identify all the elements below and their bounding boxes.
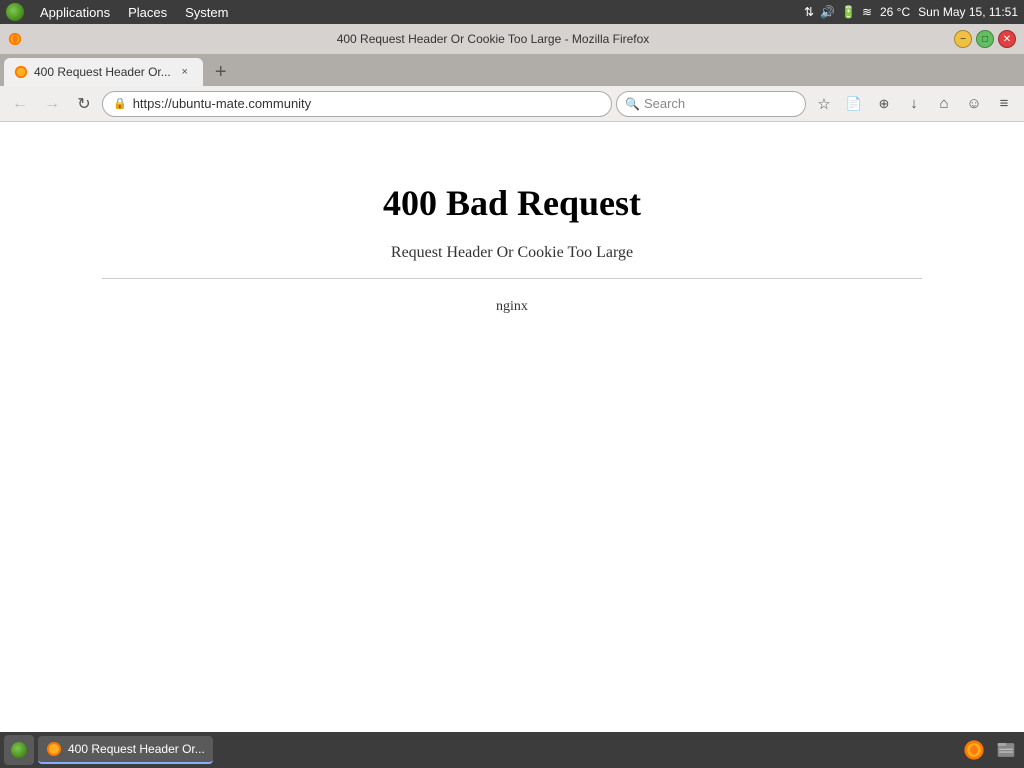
home-button[interactable]: ⌂ <box>930 90 958 118</box>
datetime-display: Sun May 15, 11:51 <box>918 5 1018 19</box>
system-menu-item[interactable]: System <box>177 3 236 22</box>
server-name: nginx <box>496 299 528 315</box>
taskbar-files-icon[interactable] <box>992 736 1020 764</box>
taskbar-firefox-icon <box>46 741 62 757</box>
taskbar-logo-icon <box>11 742 27 758</box>
forward-button[interactable]: → <box>38 90 66 118</box>
applications-menu[interactable]: Applications <box>32 3 118 22</box>
page-divider <box>102 278 921 279</box>
title-bar: 400 Request Header Or Cookie Too Large -… <box>0 24 1024 54</box>
search-icon: 🔍 <box>625 97 640 111</box>
status-icons: ⇅ 🔊 🔋 ≋ <box>804 5 872 19</box>
taskbar-firefox-item[interactable]: 400 Request Header Or... <box>38 736 213 764</box>
pocket-button[interactable]: ⊕ <box>870 90 898 118</box>
close-button[interactable]: ✕ <box>998 30 1016 48</box>
network-icon: ⇅ <box>804 5 814 19</box>
firefox-chrome: 400 Request Header Or Cookie Too Large -… <box>0 24 1024 122</box>
system-menu: Applications Places System <box>32 3 236 22</box>
maximize-button[interactable]: □ <box>976 30 994 48</box>
reader-mode-button[interactable]: 📄 <box>840 90 868 118</box>
taskbar-firefox-launcher[interactable] <box>960 736 988 764</box>
bookmark-star-button[interactable]: ☆ <box>810 90 838 118</box>
tab-close-button[interactable]: × <box>177 64 193 80</box>
taskbar: 400 Request Header Or... <box>0 732 1024 768</box>
page-content: 400 Bad Request Request Header Or Cookie… <box>0 122 1024 732</box>
back-button[interactable]: ← <box>6 90 34 118</box>
tab-title: 400 Request Header Or... <box>34 65 171 79</box>
search-placeholder: Search <box>644 96 685 111</box>
reload-button[interactable]: ↻ <box>70 90 98 118</box>
taskbar-right <box>960 736 1020 764</box>
system-bar-left: Applications Places System <box>6 3 236 22</box>
nav-icons: ☆ 📄 ⊕ ↓ ⌂ ☺ ≡ <box>810 90 1018 118</box>
taskbar-files-app-icon <box>995 739 1017 761</box>
error-subtitle: Request Header Or Cookie Too Large <box>391 244 633 262</box>
error-heading: 400 Bad Request <box>383 182 641 224</box>
new-tab-button[interactable]: + <box>207 58 235 86</box>
active-tab[interactable]: 400 Request Header Or... × <box>4 58 203 86</box>
ubuntu-logo-icon[interactable] <box>6 3 24 21</box>
taskbar-firefox-app-icon <box>963 739 985 761</box>
wifi-icon: ≋ <box>862 5 872 19</box>
menu-button[interactable]: ≡ <box>990 90 1018 118</box>
nav-bar: ← → ↻ 🔒 https://ubuntu-mate.community 🔍 … <box>0 86 1024 122</box>
places-menu[interactable]: Places <box>120 3 175 22</box>
search-bar[interactable]: 🔍 Search <box>616 91 806 117</box>
minimize-button[interactable]: − <box>954 30 972 48</box>
download-button[interactable]: ↓ <box>900 90 928 118</box>
system-bar-right: ⇅ 🔊 🔋 ≋ 26 °C Sun May 15, 11:51 <box>804 5 1018 19</box>
temperature-display: 26 °C <box>880 5 910 19</box>
url-bar[interactable]: 🔒 https://ubuntu-mate.community <box>102 91 612 117</box>
window-title: 400 Request Header Or Cookie Too Large -… <box>32 32 954 46</box>
url-text: https://ubuntu-mate.community <box>133 96 601 111</box>
lock-icon: 🔒 <box>113 97 127 110</box>
volume-icon: 🔊 <box>820 5 835 19</box>
tab-favicon-icon <box>14 65 28 79</box>
tab-bar: 400 Request Header Or... × + <box>0 54 1024 86</box>
taskbar-item-label: 400 Request Header Or... <box>68 742 205 756</box>
firefox-titlebar-icon <box>8 32 22 46</box>
sync-button[interactable]: ☺ <box>960 90 988 118</box>
system-bar: Applications Places System ⇅ 🔊 🔋 ≋ 26 °C… <box>0 0 1024 24</box>
taskbar-start-button[interactable] <box>4 735 34 765</box>
battery-icon: 🔋 <box>841 5 856 19</box>
window-controls: − □ ✕ <box>954 30 1016 48</box>
